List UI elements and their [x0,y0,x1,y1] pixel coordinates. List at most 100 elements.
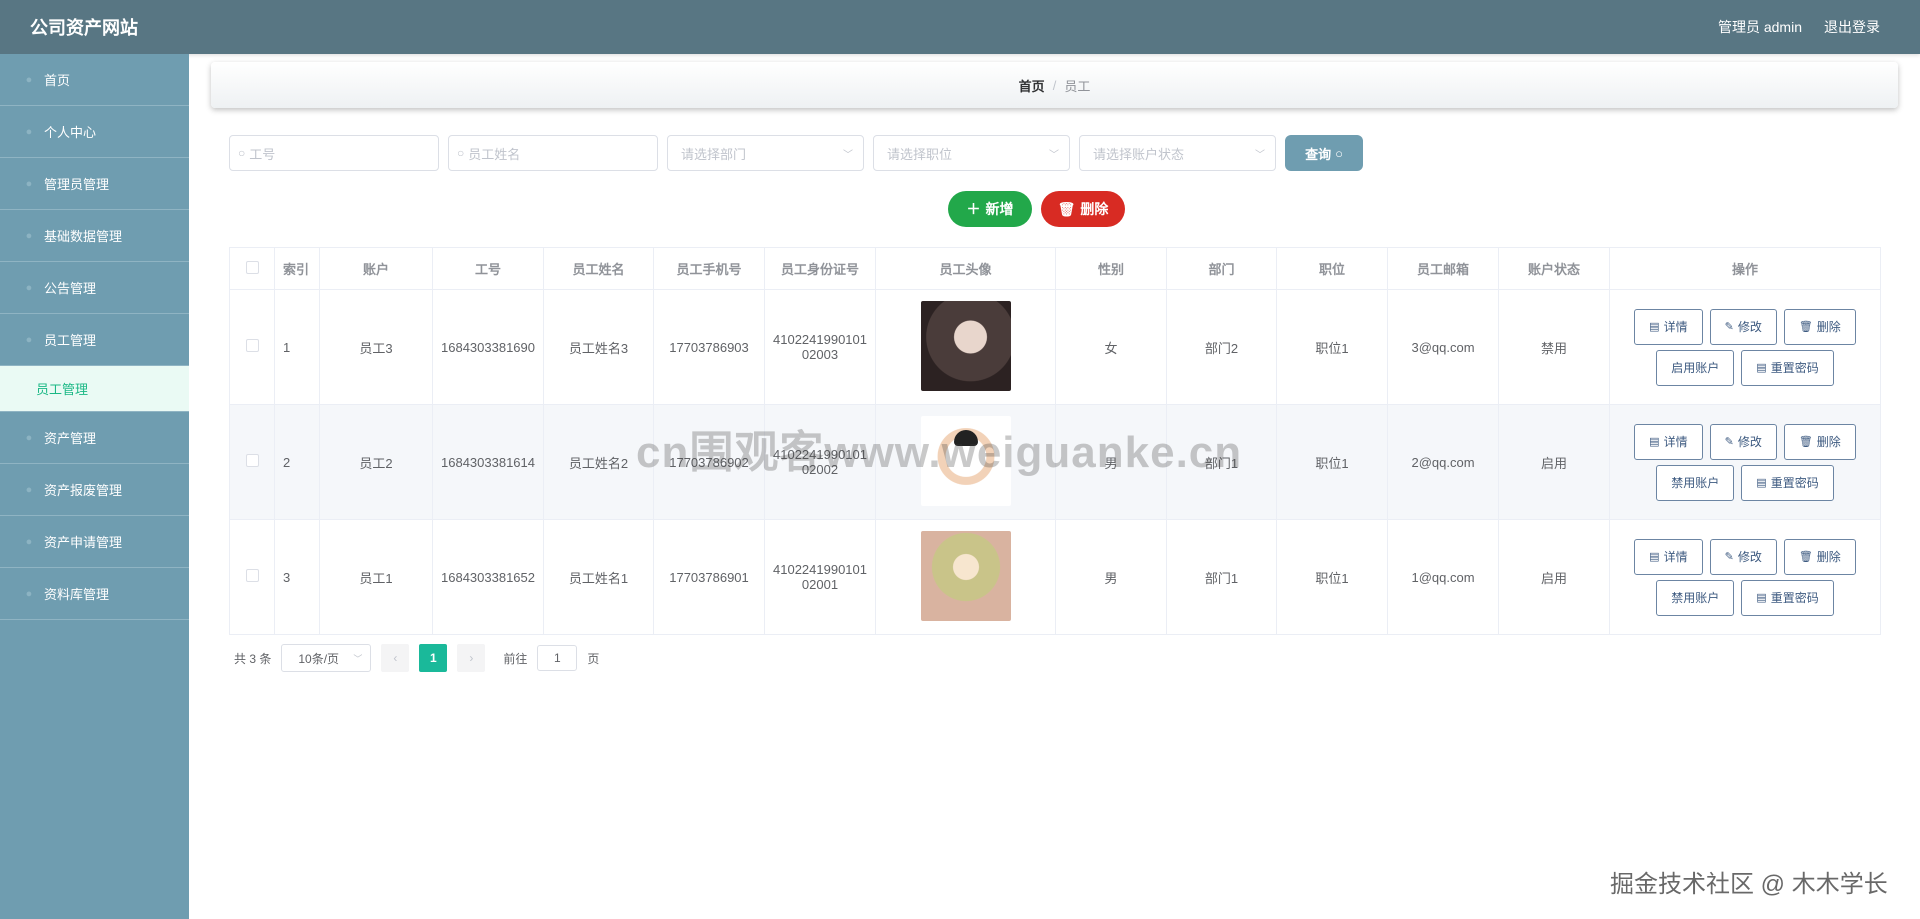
menu-icon: ● [25,281,33,294]
table-row: 3 员工1 1684303381652 员工姓名1 17703786901 41… [229,519,1881,635]
sidebar-item-profile[interactable]: ● 个人中心 [0,106,189,158]
chevron-down-icon: ﹀ [1049,149,1059,161]
top-user-area: 管理员 admin 退出登录 [1718,17,1880,37]
sidebar-item-label: 公告管理 [44,281,97,296]
add-button[interactable]: ＋新增 [948,191,1032,227]
menu-icon: ● [25,535,33,548]
trash-icon: 🗑 [1057,200,1076,217]
sidebar-item-basic-data[interactable]: ● 基础数据管理 [0,210,189,262]
status-select[interactable]: 请选择账户状态 ﹀ [1079,135,1276,171]
status-placeholder: 请选择账户状态 [1093,146,1185,162]
reset-label: 重置密码 [1770,591,1819,605]
sidebar-item-asset[interactable]: ● 资产管理 [0,412,189,464]
document-icon: ▤ [1756,477,1767,489]
page-number[interactable]: 1 [419,644,448,672]
reset-label: 重置密码 [1770,476,1819,490]
employee-no-input[interactable]: ○ 工号 [229,135,439,171]
sidebar-item-label: 资产管理 [44,431,97,446]
id-card-line-1: 4102241990101 [773,332,867,347]
sidebar-item-asset-apply[interactable]: ● 资产申请管理 [0,516,189,568]
detail-button[interactable]: ▤ 详情 [1634,538,1703,575]
detail-label: 详情 [1663,435,1688,449]
sidebar-item-label: 资料库管理 [44,587,110,602]
detail-button[interactable]: ▤ 详情 [1634,423,1703,460]
column-header: 操作 [1609,247,1881,290]
toggle-account-button[interactable]: 禁用账户 [1656,579,1735,616]
prev-page-button[interactable]: ‹ [381,644,410,672]
sidebar-item-library[interactable]: ● 资料库管理 [0,568,189,620]
reset-password-button[interactable]: ▤ 重置密码 [1741,464,1834,501]
employee-name-input[interactable]: ○ 员工姓名 [448,135,658,171]
batch-delete-button[interactable]: 🗑 删除 [1041,191,1125,227]
reset-password-button[interactable]: ▤ 重置密码 [1741,349,1834,386]
department-placeholder: 请选择部门 [681,146,747,162]
cell-department: 部门2 [1166,289,1277,405]
menu-icon: ● [25,177,33,190]
toggle-account-button[interactable]: 启用账户 [1656,349,1735,386]
toggle-account-button[interactable]: 禁用账户 [1656,464,1735,501]
cell-phone: 17703786901 [653,519,765,635]
cell-id-card: 4102241990101 02001 [764,519,876,635]
cell-position: 职位1 [1276,289,1388,405]
select-all-checkbox-cell[interactable] [229,247,275,290]
delete-button[interactable]: 🗑 删除 [1783,308,1856,345]
row-checkbox[interactable] [245,569,259,582]
cell-position: 职位1 [1276,404,1388,520]
query-button[interactable]: 查询 ○ [1285,135,1363,171]
sidebar-item-admin[interactable]: ● 管理员管理 [0,158,189,210]
cell-gender: 男 [1055,404,1167,520]
cell-email: 3@qq.com [1387,289,1499,405]
position-select[interactable]: 请选择职位 ﹀ [873,135,1070,171]
site-title: 公司资产网站 [30,18,138,38]
sidebar-item-employee[interactable]: ● 员工管理 [0,314,189,366]
cell-gender: 女 [1055,289,1167,405]
employee-table: 索引 账户 工号 员工姓名 员工手机号 员工身份证号 员工头像 性别 部门 职位… [229,247,1881,635]
delete-button[interactable]: 🗑 删除 [1783,538,1856,575]
avatar[interactable] [920,530,1011,621]
column-header: 员工头像 [875,247,1056,290]
goto-prefix: 前往 [503,651,528,666]
edit-button[interactable]: ✎ 修改 [1709,538,1777,575]
position-placeholder: 请选择职位 [887,146,953,162]
delete-label: 删除 [1816,320,1841,334]
cell-avatar [875,519,1056,635]
avatar[interactable] [920,415,1011,506]
table-actions: ＋新增 🗑 删除 [948,191,1125,227]
sidebar: ● 首页 ● 个人中心 ● 管理员管理 ● 基础数据管理 ● 公告管理 ● 员工管理 员工管… [0,54,189,919]
sidebar-item-label: 员工管理 [44,333,97,348]
edit-button[interactable]: ✎ 修改 [1709,308,1777,345]
cell-index: 1 [274,289,320,405]
next-page-button[interactable]: › [457,644,486,672]
trash-icon: 🗑 [1798,436,1813,448]
sidebar-subitem-employee[interactable]: 员工管理 [0,366,189,412]
avatar[interactable] [920,300,1011,391]
page-size-value: 10条/页 [298,651,340,666]
edit-button[interactable]: ✎ 修改 [1709,423,1777,460]
breadcrumb-separator: / [1052,77,1057,93]
employee-no-placeholder: 工号 [249,146,276,162]
breadcrumb-home[interactable]: 首页 [1019,76,1045,95]
column-header: 部门 [1166,247,1277,290]
goto-page-input[interactable]: 1 [537,645,578,671]
menu-icon: ● [25,483,33,496]
row-checkbox[interactable] [245,454,259,467]
edit-icon: ✎ [1724,551,1734,563]
chevron-down-icon: ﹀ [843,149,853,161]
sidebar-item-label: 基础数据管理 [44,229,123,244]
sidebar-item-notice[interactable]: ● 公告管理 [0,262,189,314]
sidebar-item-home[interactable]: ● 首页 [0,54,189,106]
department-select[interactable]: 请选择部门 ﹀ [667,135,864,171]
cell-department: 部门1 [1166,404,1277,520]
document-icon: ▤ [1649,551,1660,563]
menu-icon: ● [25,431,33,444]
detail-button[interactable]: ▤ 详情 [1634,308,1703,345]
delete-button[interactable]: 🗑 删除 [1783,423,1856,460]
reset-password-button[interactable]: ▤ 重置密码 [1741,579,1834,616]
select-all-checkbox[interactable] [245,260,259,274]
sidebar-item-asset-scrap[interactable]: ● 资产报废管理 [0,464,189,516]
cell-operations: ▤ 详情 ✎ 修改 🗑 删除 禁用账户 ▤ 重置密码 [1609,404,1881,520]
admin-user-label[interactable]: 管理员 admin [1718,17,1802,37]
row-checkbox[interactable] [245,339,259,352]
logout-link[interactable]: 退出登录 [1824,17,1880,37]
page-size-select[interactable]: 10条/页 ﹀ [281,644,372,672]
